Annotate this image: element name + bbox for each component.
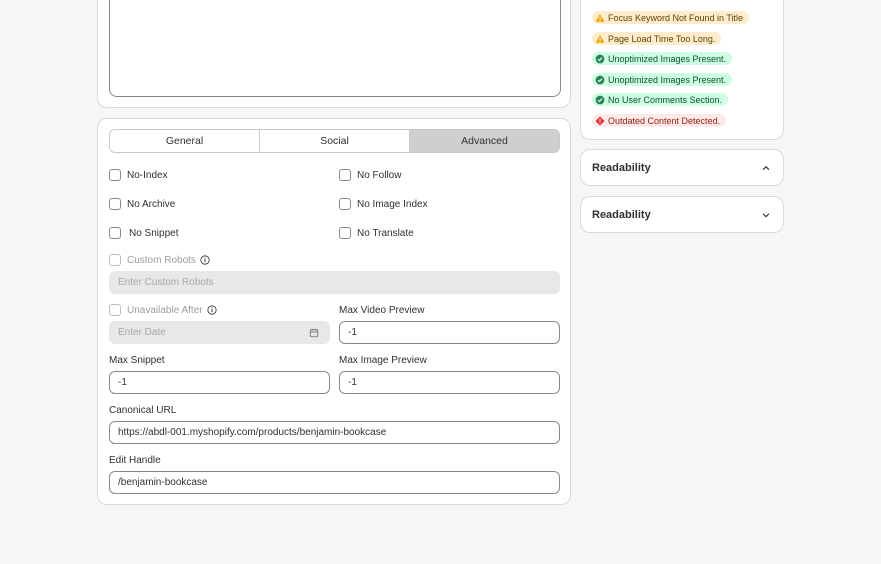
checkbox-label: Unavailable After [127, 304, 203, 316]
issue-badge: Outdated Content Detected. [592, 114, 727, 127]
custom-robots-checkbox[interactable]: Custom Robots [109, 254, 210, 266]
check-circle-icon [595, 54, 605, 63]
description-card [97, 0, 571, 108]
checkbox-box[interactable] [339, 198, 351, 210]
no-follow-checkbox[interactable]: No Follow [339, 169, 401, 181]
issue-text: Page Load Time Too Long. [608, 33, 716, 44]
checkbox-label: No-Index [127, 169, 168, 181]
calendar-icon[interactable] [309, 328, 319, 338]
tab-bar: General Social Advanced [109, 129, 560, 153]
issue-badge: Focus Keyword Not Found in Title [592, 11, 750, 24]
tab-social[interactable]: Social [260, 130, 410, 152]
accordion-title: Readability [592, 208, 651, 221]
checkbox-box[interactable] [339, 169, 351, 181]
custom-robots-input[interactable]: Enter Custom Robots [109, 271, 560, 294]
info-icon[interactable] [207, 305, 217, 315]
max-video-preview-input[interactable]: -1 [339, 321, 560, 344]
checkbox-box[interactable] [109, 227, 121, 239]
tab-general[interactable]: General [110, 130, 260, 152]
issue-text: Focus Keyword Not Found in Title [608, 12, 744, 23]
issue-text: Outdated Content Detected. [608, 115, 721, 126]
checkbox-box[interactable] [109, 169, 121, 181]
canonical-url-label: Canonical URL [109, 405, 177, 416]
issue-text: No User Comments Section. [608, 94, 723, 105]
date-input[interactable]: Enter Date [109, 321, 330, 344]
no-translate-checkbox[interactable]: No Translate [339, 227, 414, 239]
checkbox-box[interactable] [339, 227, 351, 239]
info-icon[interactable] [200, 255, 210, 265]
no-snippet-checkbox[interactable]: No Snippet [109, 227, 178, 239]
description-textarea[interactable] [109, 0, 561, 97]
warning-icon [595, 34, 605, 43]
chevron-down-icon[interactable] [761, 210, 771, 220]
chevron-up-icon[interactable] [761, 163, 771, 173]
checkbox-box[interactable] [109, 198, 121, 210]
max-snippet-input[interactable]: -1 [109, 371, 330, 394]
canonical-url-input[interactable]: https://abdl-001.myshopify.com/products/… [109, 421, 560, 444]
max-snippet-label: Max Snippet [109, 355, 165, 366]
critical-diamond-icon [595, 116, 605, 125]
issue-text: Unoptimized Images Present. [608, 74, 727, 85]
readability-accordion-collapsed[interactable]: Readability [580, 196, 784, 233]
checkbox-label: No Image Index [357, 198, 428, 210]
warning-icon [595, 13, 605, 22]
checkbox-label: No Archive [127, 198, 176, 210]
check-circle-icon [595, 95, 605, 104]
unavailable-after-checkbox[interactable]: Unavailable After [109, 304, 217, 316]
accordion-title: Readability [592, 161, 651, 174]
checkbox-label: Custom Robots [127, 254, 196, 266]
checkbox-label: No Translate [357, 227, 414, 239]
advanced-settings-card: General Social Advanced No-Index No Foll… [97, 118, 571, 505]
tab-advanced[interactable]: Advanced [410, 130, 559, 152]
max-image-preview-label: Max Image Preview [339, 355, 427, 366]
edit-handle-label: Edit Handle [109, 455, 161, 466]
issue-badge: Unoptimized Images Present. [592, 73, 733, 86]
date-placeholder: Enter Date [118, 327, 166, 338]
edit-handle-input[interactable]: /benjamin-bookcase [109, 471, 560, 494]
no-archive-checkbox[interactable]: No Archive [109, 198, 175, 210]
seo-issues-card: Focus Keyword Not Found in Title Page Lo… [580, 0, 784, 140]
readability-accordion-expanded[interactable]: Readability [580, 149, 784, 186]
checkbox-label: No Snippet [129, 227, 179, 239]
issue-badge: Unoptimized Images Present. [592, 52, 733, 65]
no-image-index-checkbox[interactable]: No Image Index [339, 198, 428, 210]
check-circle-icon [595, 75, 605, 84]
issue-text: Unoptimized Images Present. [608, 53, 727, 64]
no-index-checkbox[interactable]: No-Index [109, 169, 168, 181]
checkbox-box[interactable] [109, 304, 121, 316]
max-image-preview-input[interactable]: -1 [339, 371, 560, 394]
max-video-preview-label: Max Video Preview [339, 305, 425, 316]
issue-badge: No User Comments Section. [592, 93, 729, 106]
checkbox-label: No Follow [357, 169, 402, 181]
issue-badge: Page Load Time Too Long. [592, 32, 722, 45]
checkbox-box[interactable] [109, 254, 121, 266]
